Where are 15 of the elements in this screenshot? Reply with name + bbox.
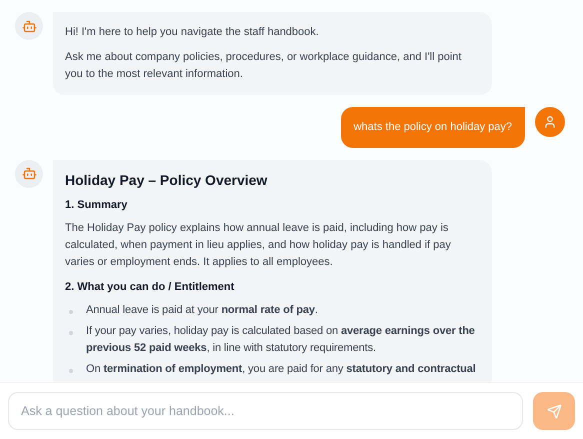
- message-text: Hi! I'm here to help you navigate the staff handbook.: [65, 25, 320, 40]
- send-icon: [546, 404, 562, 418]
- robot-icon: [22, 18, 36, 34]
- bullet-text: Annual leave is paid at your normal rate of pay.: [86, 302, 318, 318]
- section-heading: 1. Summary: [65, 198, 128, 212]
- message-text: Ask me about company policies, procedures, or workplace guidance, and I'll point you to the most relevant information.: [65, 50, 462, 82]
- bullet-text: If your pay varies, holiday pay is calculated based on average earnings over the previous 52 paid weeks, in line with statutory requirements.: [86, 324, 476, 356]
- message-title: Holiday Pay – Policy Overview: [65, 172, 268, 188]
- section-heading: 2. What you can do / Entitlement: [65, 280, 236, 294]
- message-text: whats the policy on holiday pay?: [354, 121, 512, 133]
- bullet-text: On termination of employment, you are paid for any statutory and contractual: [86, 362, 476, 376]
- message-text: The Holiday Pay policy explains how annual leave is paid, including how pay is calculated, when payment in lieu applies, and how holiday pay is handled if pay varies or employment ends. It applies to all employees.: [65, 220, 452, 270]
- robot-icon: [22, 166, 36, 181]
- user-icon: [543, 115, 557, 129]
- question-input[interactable]: Ask a question about your handbook...: [8, 392, 523, 430]
